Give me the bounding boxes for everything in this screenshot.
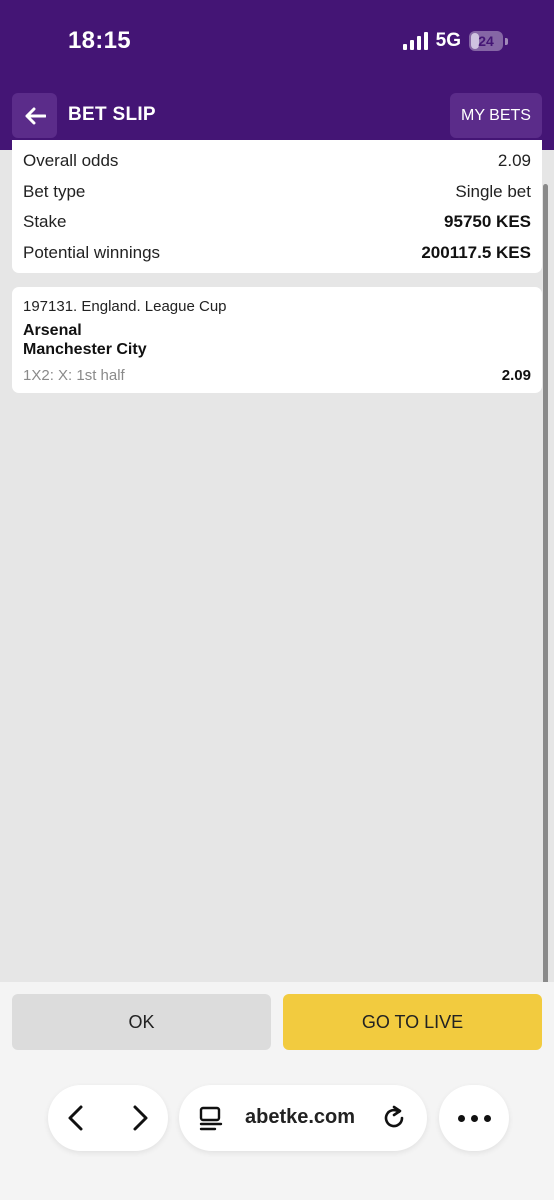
address-bar[interactable]: abetke.com (179, 1085, 427, 1151)
event-meta: 197131. England. League Cup (23, 298, 227, 315)
browser-forward-icon[interactable] (124, 1103, 154, 1133)
page-title: BET SLIP (68, 104, 156, 125)
dot (470, 1114, 478, 1122)
network-type: 5G (435, 30, 461, 51)
scrollbar[interactable] (543, 184, 548, 1120)
event-odds: 2.09 (501, 367, 531, 384)
summary-row-stake: Stake 95750 KES (23, 212, 531, 232)
my-bets-button[interactable]: MY BETS (450, 93, 542, 138)
url-text: abetke.com (245, 1106, 356, 1128)
summary-value: 200117.5 KES (421, 243, 531, 262)
ok-button[interactable]: OK (12, 994, 271, 1050)
team-away: Manchester City (23, 341, 147, 358)
team-home: Arsenal (23, 322, 82, 339)
browser-nav (48, 1085, 168, 1151)
signal-icon (402, 32, 428, 50)
event-market: 1X2: X: 1st half (23, 367, 125, 384)
tabs-icon[interactable] (199, 1105, 225, 1131)
summary-row-odds: Overall odds 2.09 (23, 151, 531, 171)
summary-row-bet-type: Bet type Single bet (23, 182, 531, 202)
go-to-live-button[interactable]: GO TO LIVE (283, 994, 542, 1050)
browser-back-icon[interactable] (62, 1103, 92, 1133)
status-indicators: 5G 24 (402, 30, 508, 52)
summary-label: Potential winnings (23, 243, 161, 262)
battery-level: 24 (478, 33, 494, 49)
bet-event-card[interactable]: 197131. England. League Cup Arsenal Manc… (12, 287, 542, 393)
summary-row-winnings: Potential winnings 200117.5 KES (23, 243, 531, 263)
back-button[interactable] (12, 93, 57, 138)
bet-summary-card: Overall odds 2.09 Bet type Single bet St… (12, 140, 542, 273)
battery-icon: 24 (469, 31, 503, 51)
reload-icon[interactable] (380, 1104, 408, 1132)
summary-label: Overall odds (23, 151, 119, 170)
summary-value: Single bet (455, 182, 531, 201)
summary-value: 95750 KES (444, 212, 531, 231)
status-time: 18:15 (68, 27, 131, 54)
summary-label: Bet type (23, 182, 86, 201)
summary-value: 2.09 (497, 151, 531, 170)
dot (483, 1114, 491, 1122)
battery-tip (505, 37, 508, 45)
arrow-left-icon (25, 107, 46, 124)
dot (457, 1114, 465, 1122)
more-options-button[interactable] (439, 1085, 509, 1151)
summary-label: Stake (23, 212, 67, 231)
